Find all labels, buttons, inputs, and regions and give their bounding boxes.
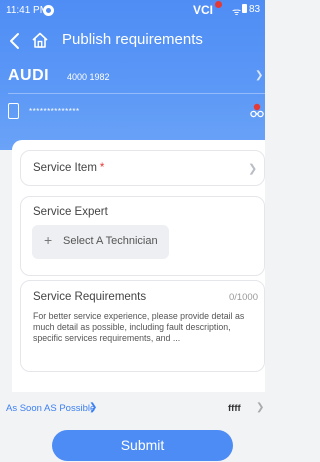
requirements-textarea[interactable]: For better service experience, please pr… [33, 311, 255, 345]
notification-icon [43, 5, 54, 16]
battery-icon [242, 4, 247, 13]
submit-button[interactable]: Submit [52, 430, 233, 461]
service-item-field[interactable]: Service Item * ❯ [20, 150, 265, 186]
service-item-label: Service Item * [33, 162, 105, 174]
required-mark: * [99, 162, 105, 174]
chevron-right-icon: ❯ [89, 402, 98, 413]
status-bar: 11:41 PM VCI ᯤ 83 [0, 0, 265, 20]
form-card: Service Item * ❯ Service Expert + Select … [12, 140, 265, 392]
divider [8, 93, 265, 94]
service-requirements-label: Service Requirements [33, 291, 147, 303]
title-bar: Publish requirements [0, 28, 265, 54]
vehicle-brand: AUDI [8, 67, 50, 84]
home-icon[interactable] [31, 31, 49, 49]
page-title: Publish requirements [62, 31, 203, 48]
plus-icon: + [44, 232, 53, 248]
status-time: 11:41 PM [6, 5, 49, 16]
right-value[interactable]: ffff [228, 403, 241, 414]
schedule-row: As Soon AS Possible ❯ ffff ❯ [0, 402, 265, 418]
service-requirements-field[interactable]: Service Requirements 0/1000 For better s… [20, 280, 265, 372]
select-technician-button[interactable]: + Select A Technician [32, 225, 169, 259]
vehicle-row[interactable]: AUDI 4000 1982 ❯ [0, 64, 265, 88]
character-counter: 0/1000 [228, 292, 258, 303]
battery-percent: 83 [249, 4, 261, 15]
time-option-link[interactable]: As Soon AS Possible [6, 403, 95, 414]
select-technician-label: Select A Technician [63, 235, 158, 247]
service-expert-label: Service Expert [33, 206, 108, 218]
wifi-icon: ᯤ [232, 7, 242, 18]
device-row: ************** [0, 100, 265, 122]
vci-label: VCI [193, 3, 214, 17]
link-icon[interactable] [250, 103, 264, 119]
chevron-right-icon: ❯ [255, 70, 264, 81]
device-icon [8, 103, 19, 119]
vci-alert-dot [215, 1, 222, 8]
back-icon[interactable] [8, 32, 22, 50]
service-expert-field: Service Expert + Select A Technician [20, 196, 265, 276]
vehicle-model: 4000 1982 [67, 72, 110, 82]
chevron-right-icon: ❯ [248, 163, 258, 175]
chevron-right-icon: ❯ [256, 402, 265, 413]
device-serial: ************** [29, 107, 80, 116]
header: 11:41 PM VCI ᯤ 83 Publish requirements A… [0, 0, 265, 150]
